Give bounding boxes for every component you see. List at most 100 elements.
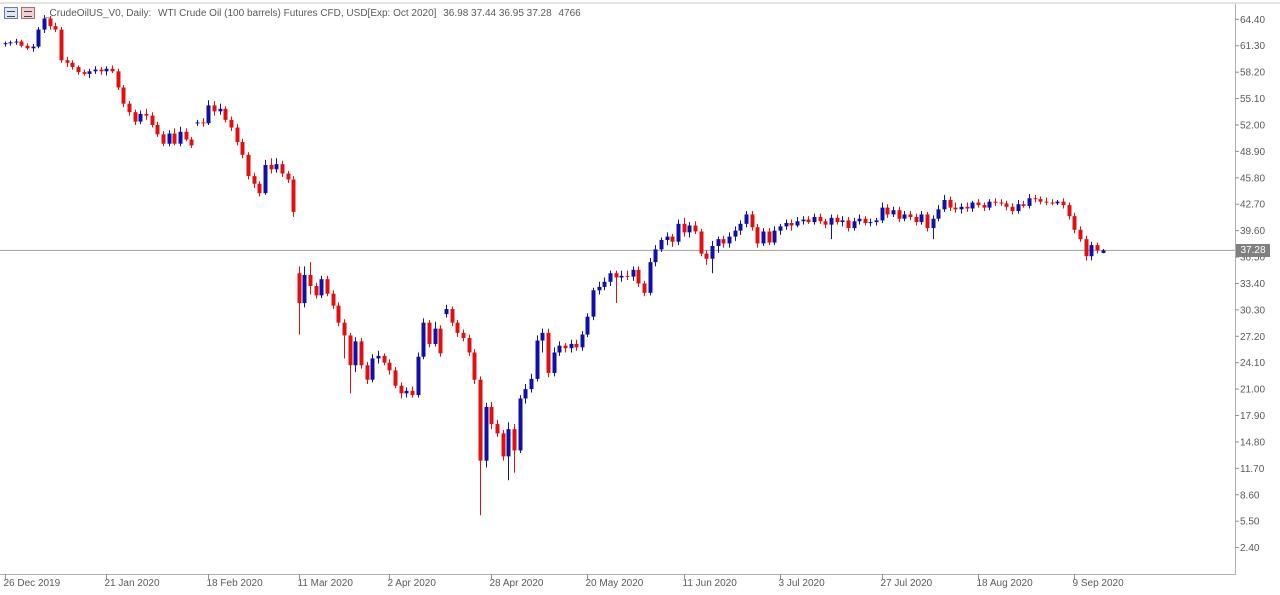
candle-64 bbox=[365, 361, 370, 384]
candle-body bbox=[76, 67, 81, 73]
candle-104 bbox=[591, 287, 596, 321]
candle-body bbox=[1101, 250, 1106, 253]
candle-21 bbox=[121, 84, 126, 108]
candle-body bbox=[393, 370, 398, 386]
candle-body bbox=[744, 214, 749, 224]
candle-body bbox=[806, 219, 811, 223]
candle-170 bbox=[965, 202, 970, 212]
candle-body bbox=[269, 165, 274, 170]
chart-window[interactable]: 64.40 61.30 58.20 55.10 52.00 48.90 45.80 42.70… bbox=[0, 0, 1280, 595]
candle-136 bbox=[772, 226, 777, 246]
candle-body bbox=[846, 220, 851, 229]
candle-body bbox=[70, 62, 75, 68]
candle-17 bbox=[99, 67, 104, 75]
candle-169 bbox=[959, 203, 964, 214]
candle-5 bbox=[31, 44, 36, 52]
candle-body bbox=[325, 279, 330, 294]
candle-body bbox=[925, 214, 930, 229]
candle-body bbox=[755, 227, 760, 244]
candle-143 bbox=[812, 213, 817, 225]
candle-body bbox=[546, 332, 551, 373]
candle-body bbox=[1010, 206, 1015, 212]
current-price-label: 37.28 bbox=[1236, 243, 1270, 257]
y-tick-label: 45.80 bbox=[1240, 173, 1265, 184]
candle-35 bbox=[201, 118, 206, 127]
candle-body bbox=[319, 279, 324, 296]
x-tick-label: 26 Dec 2019 bbox=[4, 578, 61, 589]
candle-body bbox=[535, 340, 540, 379]
candle-body bbox=[99, 69, 104, 72]
candle-body bbox=[767, 231, 772, 243]
candle-32 bbox=[184, 128, 189, 142]
candle-body bbox=[144, 113, 149, 116]
candle-body bbox=[121, 87, 126, 104]
x-tick-label: 11 Mar 2020 bbox=[298, 578, 354, 589]
candle-body bbox=[421, 322, 426, 357]
candle-133 bbox=[755, 223, 760, 248]
candle-body bbox=[1089, 245, 1094, 257]
candle-body bbox=[580, 334, 585, 348]
x-tick-label: 18 Feb 2020 bbox=[207, 578, 264, 589]
candle-body bbox=[376, 355, 381, 359]
candle-body bbox=[585, 316, 590, 335]
candle-193 bbox=[1095, 242, 1100, 254]
candle-body bbox=[155, 124, 160, 135]
candle-99 bbox=[563, 343, 568, 353]
candle-184 bbox=[1044, 197, 1049, 206]
candle-body bbox=[331, 293, 336, 306]
candle-174 bbox=[987, 199, 992, 211]
candle-37 bbox=[212, 101, 217, 116]
candle-body bbox=[676, 223, 681, 242]
candle-body bbox=[1027, 198, 1032, 206]
candle-body bbox=[59, 29, 64, 61]
candle-80 bbox=[455, 320, 460, 338]
candle-85 bbox=[484, 402, 489, 468]
candle-57 bbox=[325, 275, 330, 297]
candle-68 bbox=[387, 359, 392, 375]
candle-39 bbox=[223, 106, 228, 123]
chart-header-text: _CrudeOilUS_V0, Daily: WTI Crude Oil (10… bbox=[44, 8, 585, 19]
x-tick-label: 20 May 2020 bbox=[586, 578, 644, 589]
candle-175 bbox=[993, 198, 998, 206]
candle-71 bbox=[404, 387, 409, 398]
candle-179 bbox=[1016, 199, 1021, 214]
candle-body bbox=[19, 41, 24, 46]
candle-body bbox=[648, 262, 653, 293]
candle-145 bbox=[823, 218, 828, 229]
candle-63 bbox=[359, 337, 364, 369]
candle-191 bbox=[1084, 235, 1089, 261]
candle-110 bbox=[625, 270, 630, 281]
candle-body bbox=[784, 222, 789, 227]
candle-body bbox=[942, 199, 947, 210]
x-tick-label: 21 Jan 2020 bbox=[105, 578, 160, 589]
candle-183 bbox=[1038, 196, 1043, 205]
candle-body bbox=[82, 72, 87, 74]
candle-body bbox=[778, 226, 783, 231]
candle-body bbox=[761, 231, 766, 244]
candle-113 bbox=[642, 280, 647, 297]
candle-body bbox=[970, 202, 975, 209]
x-tick-label: 28 Apr 2020 bbox=[490, 578, 544, 589]
candle-4 bbox=[25, 43, 30, 51]
candle-body bbox=[280, 164, 285, 174]
candle-100 bbox=[569, 339, 574, 353]
candle-body bbox=[342, 322, 347, 336]
candle-43 bbox=[246, 152, 251, 180]
symbol-label: _CrudeOilUS_V0, Daily: bbox=[44, 7, 152, 19]
candle-body bbox=[801, 219, 806, 222]
candle-167 bbox=[948, 196, 953, 212]
candle-body bbox=[665, 236, 670, 241]
price-chart[interactable]: 64.40 61.30 58.20 55.10 52.00 48.90 45.80 42.70… bbox=[0, 0, 1280, 595]
candle-body bbox=[506, 429, 511, 457]
candle-97 bbox=[552, 347, 557, 377]
candle-115 bbox=[653, 245, 658, 267]
candle-52 bbox=[297, 266, 302, 335]
candle-body bbox=[235, 127, 240, 143]
candle-165 bbox=[936, 205, 941, 222]
time-axis: 26 Dec 2019 21 Jan 2020 18 Feb 2020 11 Mar … bbox=[4, 574, 1124, 589]
candle-body bbox=[976, 202, 981, 206]
chart-window-icon-alt[interactable] bbox=[21, 7, 35, 19]
candle-125 bbox=[710, 240, 715, 274]
chart-window-icon[interactable] bbox=[4, 7, 18, 19]
candle-23 bbox=[133, 109, 138, 125]
